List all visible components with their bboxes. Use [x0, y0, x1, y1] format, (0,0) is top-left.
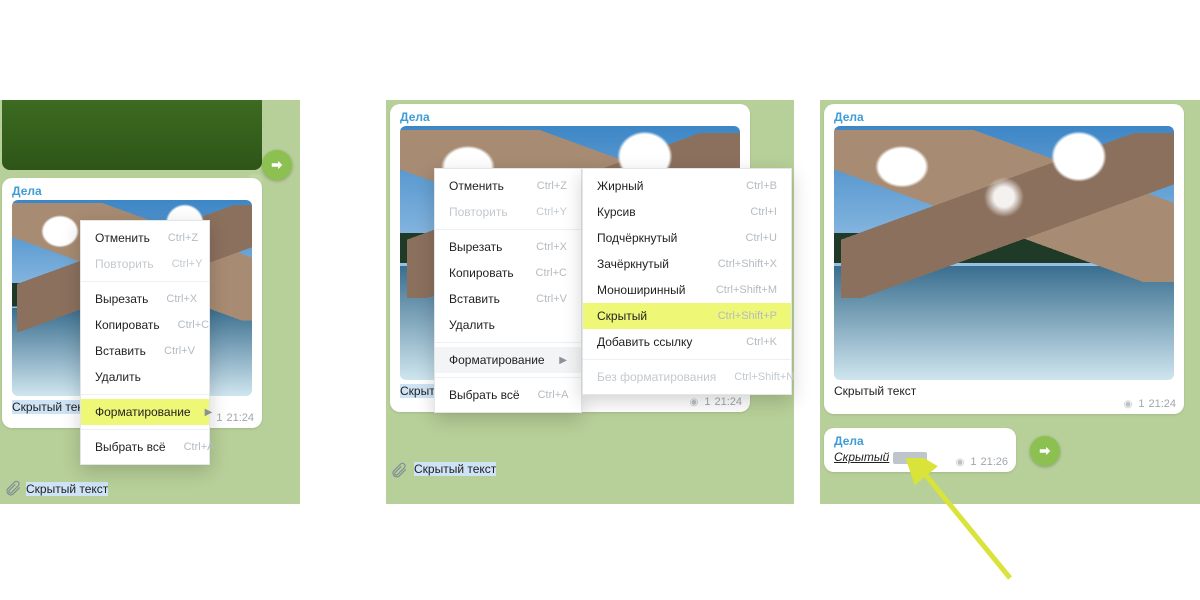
message-card[interactable]: Дела Скрытый текст 1 21:24 [824, 104, 1184, 414]
sender-name: Дела [834, 110, 1174, 124]
menu-copy[interactable]: КопироватьCtrl+C [435, 260, 581, 286]
sender-name: Дела [12, 184, 252, 198]
submenu-clear: Без форматированияCtrl+Shift+N [583, 364, 791, 390]
compose-input-text[interactable]: Скрытый текст [26, 482, 108, 496]
menu-paste[interactable]: ВставитьCtrl+V [81, 338, 209, 364]
compose-input-text[interactable]: Скрытый текст [414, 462, 496, 476]
menu-formatting[interactable]: Форматирование▶ [81, 399, 209, 425]
views-icon [1124, 398, 1135, 410]
paperclip-icon [4, 478, 22, 496]
menu-cut[interactable]: ВырезатьCtrl+X [81, 286, 209, 312]
sender-name: Дела [834, 434, 1006, 448]
menu-separator [583, 359, 791, 360]
menu-separator [435, 229, 581, 230]
chevron-right-icon: ▶ [559, 355, 567, 366]
forward-button[interactable] [262, 150, 292, 180]
menu-select-all[interactable]: Выбрать всёCtrl+A [81, 434, 209, 460]
menu-separator [81, 394, 209, 395]
views-icon [690, 396, 701, 408]
message-image[interactable] [834, 126, 1174, 380]
message-card-spoiler[interactable]: Дела Скрытый 1 21:26 [824, 428, 1016, 472]
menu-undo[interactable]: ОтменитьCtrl+Z [81, 225, 209, 251]
submenu-mono[interactable]: МоноширинныйCtrl+Shift+M [583, 277, 791, 303]
menu-cut[interactable]: ВырезатьCtrl+X [435, 234, 581, 260]
panel-2: Дела Скрытый текст 1 21:24 Скрытый текст… [386, 100, 794, 504]
attach-button[interactable] [390, 460, 410, 480]
forward-button[interactable] [1030, 436, 1060, 466]
annotation-arrow [900, 458, 1030, 588]
menu-separator [81, 281, 209, 282]
attach-button[interactable] [4, 478, 24, 498]
context-menu: ОтменитьCtrl+Z ПовторитьCtrl+Y ВырезатьC… [80, 220, 210, 465]
forward-icon [270, 158, 284, 172]
submenu-strike[interactable]: ЗачёркнутыйCtrl+Shift+X [583, 251, 791, 277]
views-count: 1 [970, 456, 976, 468]
submenu-underline[interactable]: ПодчёркнутыйCtrl+U [583, 225, 791, 251]
message-meta: 1 21:26 [956, 456, 1008, 468]
views-count: 1 [216, 412, 222, 424]
views-icon [956, 456, 967, 468]
menu-delete[interactable]: Удалить [81, 364, 209, 390]
message-time: 21:24 [1148, 398, 1176, 410]
panel-1: Дела Скрытый текст 1 21:24 Скрытый текст… [0, 100, 300, 504]
menu-redo: ПовторитьCtrl+Y [81, 251, 209, 277]
panel-3: Дела Скрытый текст 1 21:24 Дела Скрытый … [820, 100, 1200, 504]
message-meta: 1 21:24 [690, 396, 742, 408]
menu-formatting[interactable]: Форматирование▶ [435, 347, 581, 373]
views-count: 1 [1138, 398, 1144, 410]
paperclip-icon [390, 460, 408, 478]
menu-separator [435, 377, 581, 378]
views-count: 1 [704, 396, 710, 408]
menu-copy[interactable]: КопироватьCtrl+C [81, 312, 209, 338]
menu-select-all[interactable]: Выбрать всёCtrl+A [435, 382, 581, 408]
message-time: 21:24 [714, 396, 742, 408]
menu-paste[interactable]: ВставитьCtrl+V [435, 286, 581, 312]
menu-delete[interactable]: Удалить [435, 312, 581, 338]
message-time: 21:26 [980, 456, 1008, 468]
message-meta: 1 21:24 [1124, 398, 1176, 410]
prev-message-image [2, 100, 262, 170]
menu-redo: ПовторитьCtrl+Y [435, 199, 581, 225]
formatting-submenu: ЖирныйCtrl+B КурсивCtrl+I ПодчёркнутыйCt… [582, 168, 792, 395]
submenu-bold[interactable]: ЖирныйCtrl+B [583, 173, 791, 199]
chevron-right-icon: ▶ [205, 407, 213, 418]
sender-name: Дела [400, 110, 740, 124]
menu-separator [435, 342, 581, 343]
menu-undo[interactable]: ОтменитьCtrl+Z [435, 173, 581, 199]
submenu-italic[interactable]: КурсивCtrl+I [583, 199, 791, 225]
message-time: 21:24 [226, 412, 254, 424]
menu-separator [81, 429, 209, 430]
spoiler-hidden[interactable] [893, 452, 927, 464]
context-menu: ОтменитьCtrl+Z ПовторитьCtrl+Y ВырезатьC… [434, 168, 582, 413]
spoiler-text-visible[interactable]: Скрытый [834, 450, 889, 464]
forward-icon [1038, 444, 1052, 458]
submenu-spoiler[interactable]: СкрытыйCtrl+Shift+P [583, 303, 791, 329]
submenu-link[interactable]: Добавить ссылкуCtrl+K [583, 329, 791, 355]
message-caption: Скрытый текст [834, 384, 916, 398]
